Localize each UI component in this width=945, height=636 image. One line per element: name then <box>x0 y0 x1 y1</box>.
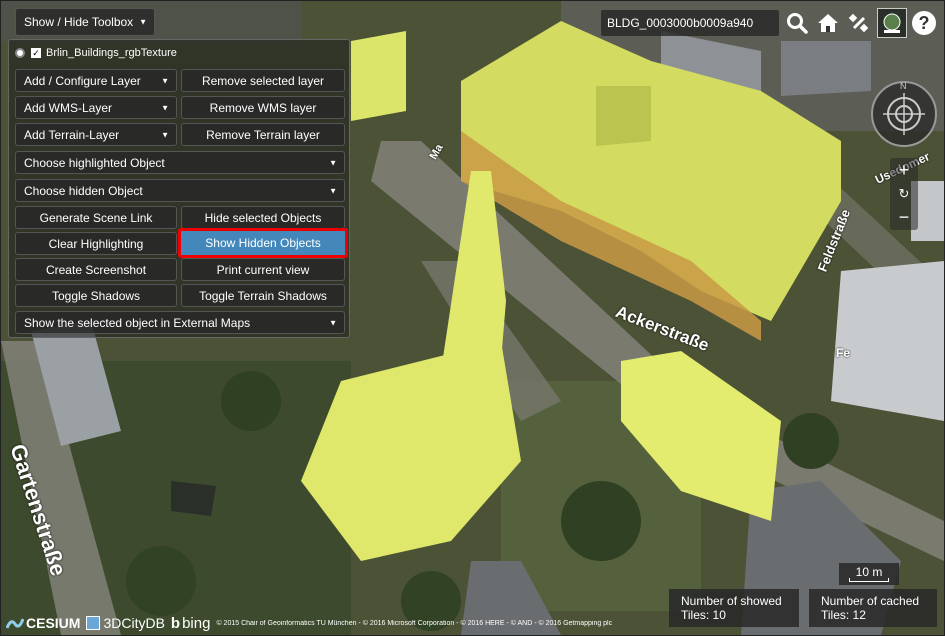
add-configure-layer-label: Add / Configure Layer <box>24 73 141 88</box>
choose-hidden-object-select[interactable]: Choose hidden Object ▼ <box>15 179 345 202</box>
choose-hidden-label: Choose hidden Object <box>24 183 143 198</box>
add-terrain-layer-button[interactable]: Add Terrain-Layer ▼ <box>15 123 177 146</box>
chevron-down-icon: ▼ <box>329 158 337 167</box>
tree <box>783 413 839 469</box>
toggle-terrain-shadows-label: Toggle Terrain Shadows <box>199 288 327 303</box>
show-hidden-objects-label: Show Hidden Objects <box>205 236 321 250</box>
bing-label: bing <box>182 614 211 632</box>
layer-radio[interactable] <box>15 48 25 58</box>
choose-highlighted-label: Choose highlighted Object <box>24 155 165 170</box>
courtyard <box>596 86 651 146</box>
layer-checkbox[interactable]: ✓ <box>31 48 41 58</box>
cesium-viewer[interactable]: Gartenstraße Ackerstraße Feldstraße Used… <box>0 0 945 636</box>
search-icon[interactable] <box>784 10 810 36</box>
cached-tiles-title: Number of cached <box>821 594 920 608</box>
remove-wms-layer-button[interactable]: Remove WMS layer <box>181 96 345 119</box>
bing-logo-icon[interactable]: b bing <box>171 615 211 632</box>
external-maps-label: Show the selected object in External Map… <box>24 315 251 330</box>
print-current-view-label: Print current view <box>216 262 310 277</box>
clear-highlighting-button[interactable]: Clear Highlighting <box>15 232 177 255</box>
building <box>831 261 944 421</box>
chevron-down-icon: ▼ <box>329 318 337 327</box>
remove-terrain-layer-label: Remove Terrain layer <box>206 127 320 142</box>
add-terrain-layer-label: Add Terrain-Layer <box>24 127 120 142</box>
chevron-down-icon: ▼ <box>161 103 169 112</box>
zoom-out-button[interactable]: − <box>899 207 910 228</box>
globe-icon[interactable] <box>877 8 907 38</box>
satellite-icon[interactable] <box>846 10 872 36</box>
hide-selected-objects-button[interactable]: Hide selected Objects <box>181 206 345 229</box>
toggle-terrain-shadows-button[interactable]: Toggle Terrain Shadows <box>181 284 345 307</box>
toggle-toolbox-label: Show / Hide Toolbox <box>24 15 134 29</box>
remove-selected-layer-button[interactable]: Remove selected layer <box>181 69 345 92</box>
cached-tiles-panel: Number of cached Tiles: 12 <box>809 589 937 627</box>
selected-object-id: BLDG_0003000b0009a940 <box>607 16 754 30</box>
add-configure-layer-button[interactable]: Add / Configure Layer ▼ <box>15 69 177 92</box>
remove-selected-layer-label: Remove selected layer <box>201 73 325 88</box>
credits-bar: CESIUM 3DCityDB b bing © 2015 Chair of G… <box>1 611 681 635</box>
tree <box>221 371 281 431</box>
choose-highlighted-object-select[interactable]: Choose highlighted Object ▼ <box>15 151 345 174</box>
tree <box>561 481 641 561</box>
scale-bar <box>849 578 889 582</box>
cesium-label: CESIUM <box>26 615 81 631</box>
compass-icon <box>883 93 925 135</box>
showed-tiles-value: Tiles: 10 <box>681 608 726 622</box>
compass-widget[interactable]: N <box>871 81 937 147</box>
generate-scene-link-button[interactable]: Generate Scene Link <box>15 206 177 229</box>
toggle-toolbox-button[interactable]: Show / Hide Toolbox ▼ <box>15 8 155 36</box>
chevron-down-icon: ▼ <box>161 76 169 85</box>
home-icon[interactable] <box>815 10 841 36</box>
cesium-logo-icon[interactable]: CESIUM <box>6 615 80 631</box>
selected-object-id-field[interactable]: BLDG_0003000b0009a940 <box>601 10 779 36</box>
3dcitydb-label: 3DCityDB <box>103 615 165 631</box>
remove-wms-layer-label: Remove WMS layer <box>209 100 317 115</box>
create-screenshot-button[interactable]: Create Screenshot <box>15 258 177 281</box>
generate-scene-link-label: Generate Scene Link <box>39 210 153 225</box>
chevron-down-icon: ▼ <box>139 17 147 27</box>
hide-selected-objects-label: Hide selected Objects <box>204 210 322 225</box>
cached-tiles-value: Tiles: 12 <box>821 608 866 622</box>
chevron-down-icon: ▼ <box>161 130 169 139</box>
zoom-controls: + ↻ − <box>890 158 918 230</box>
toggle-shadows-label: Toggle Shadows <box>51 288 141 303</box>
reset-view-button[interactable]: ↻ <box>899 186 910 202</box>
building <box>781 41 871 96</box>
layer-name: Brlin_Buildings_rgbTexture <box>46 47 177 59</box>
show-hidden-objects-button[interactable]: Show Hidden Objects <box>178 228 348 258</box>
help-icon[interactable]: ? <box>911 10 937 36</box>
clear-highlighting-label: Clear Highlighting <box>48 236 144 251</box>
showed-tiles-title: Number of showed <box>681 594 782 608</box>
create-screenshot-label: Create Screenshot <box>45 262 147 277</box>
highlighted-building <box>351 31 406 121</box>
zoom-in-button[interactable]: + <box>899 160 910 181</box>
street-label-fe: Fe <box>836 346 851 360</box>
external-maps-select[interactable]: Show the selected object in External Map… <box>15 311 345 334</box>
add-wms-layer-button[interactable]: Add WMS-Layer ▼ <box>15 96 177 119</box>
distance-legend: 10 m <box>839 563 899 585</box>
tree <box>126 546 196 616</box>
print-current-view-button[interactable]: Print current view <box>181 258 345 281</box>
help-glyph: ? <box>912 11 936 35</box>
attribution-text: © 2015 Chair of Geoinformatics TU Münche… <box>216 619 613 627</box>
toggle-shadows-button[interactable]: Toggle Shadows <box>15 284 177 307</box>
layer-row: ✓ Brlin_Buildings_rgbTexture <box>15 45 177 61</box>
compass-north-label: N <box>900 81 907 91</box>
remove-terrain-layer-button[interactable]: Remove Terrain layer <box>181 123 345 146</box>
building <box>171 481 216 516</box>
showed-tiles-panel: Number of showed Tiles: 10 <box>669 589 799 627</box>
chevron-down-icon: ▼ <box>329 186 337 195</box>
scale-label: 10 m <box>855 565 883 579</box>
3dcitydb-logo-icon[interactable]: 3DCityDB <box>86 615 165 631</box>
add-wms-layer-label: Add WMS-Layer <box>24 100 113 115</box>
